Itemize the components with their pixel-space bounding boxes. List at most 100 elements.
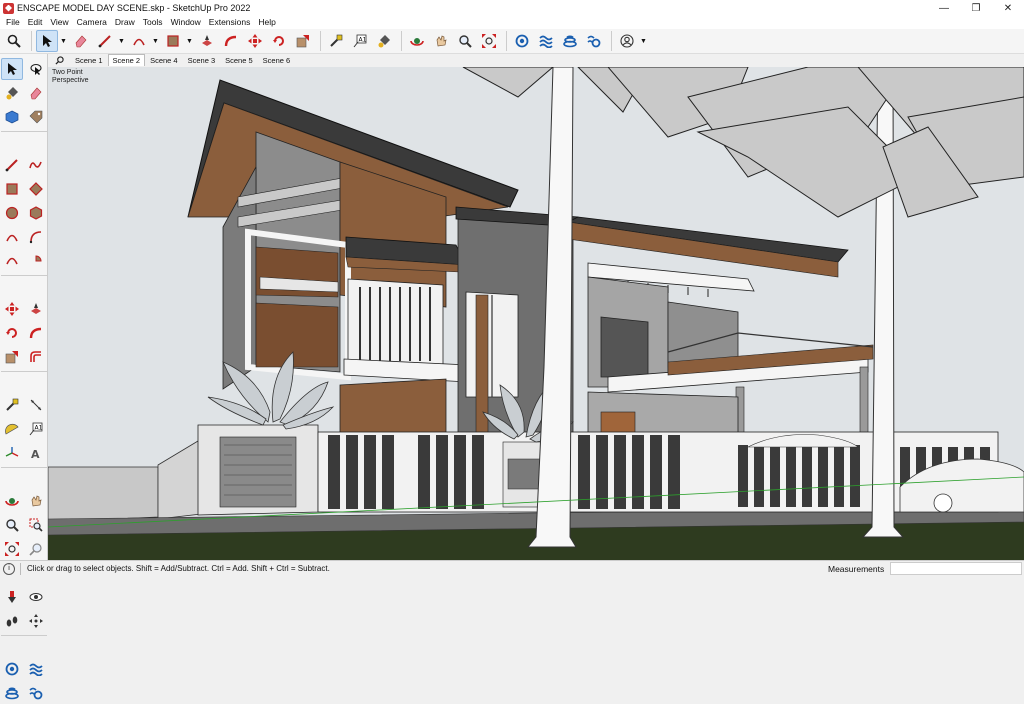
scene-tab-5[interactable]: Scene 5 [220, 54, 258, 66]
text-tool-icon[interactable]: A1 [25, 418, 47, 440]
previous-view-icon[interactable] [25, 538, 47, 560]
scene-tab-4[interactable]: Scene 4 [145, 54, 183, 66]
rotate-icon[interactable] [268, 30, 290, 52]
model-viewport[interactable]: Two Point Perspective [48, 67, 1024, 560]
enscape-settings-icon[interactable] [25, 682, 47, 704]
palette-divider [1, 467, 47, 469]
orbit-icon[interactable] [406, 30, 428, 52]
rectangle-dropdown-icon[interactable]: ▼ [186, 30, 193, 52]
select-icon[interactable] [36, 30, 58, 52]
menu-draw[interactable]: Draw [111, 16, 139, 29]
scale-tool-icon[interactable] [1, 346, 23, 368]
menu-extensions[interactable]: Extensions [205, 16, 255, 29]
move-tool-icon[interactable] [1, 298, 23, 320]
scene-tab-2[interactable]: Scene 2 [107, 54, 146, 66]
zoom-window-icon[interactable] [25, 514, 47, 536]
measurements-field[interactable] [890, 562, 1022, 575]
follow-me-tool-icon[interactable] [25, 322, 47, 344]
scene-search-icon[interactable] [48, 54, 70, 66]
styles-icon[interactable] [559, 30, 581, 52]
tape-measure-icon[interactable] [325, 30, 347, 52]
minimize-button[interactable]: — [928, 0, 960, 16]
freehand-icon[interactable] [25, 154, 47, 176]
walk-icon[interactable] [1, 610, 23, 632]
rotated-rectangle-icon[interactable] [25, 178, 47, 200]
menu-edit[interactable]: Edit [24, 16, 47, 29]
menu-file[interactable]: File [2, 16, 24, 29]
zoom-extents-icon[interactable] [478, 30, 500, 52]
svg-text:A1: A1 [35, 425, 43, 432]
line-dropdown-icon[interactable]: ▼ [118, 30, 125, 52]
sync-icon[interactable] [25, 658, 47, 680]
section-plane-icon[interactable] [25, 610, 47, 632]
menu-view[interactable]: View [46, 16, 72, 29]
select-dropdown-icon[interactable]: ▼ [60, 30, 67, 52]
measurements-label: Measurements [828, 564, 885, 574]
info-icon[interactable]: i [3, 562, 15, 575]
arc-tool-icon[interactable] [1, 226, 23, 248]
zoom-icon[interactable] [3, 30, 25, 52]
account-icon[interactable] [616, 30, 638, 52]
enscape-icon[interactable] [511, 30, 533, 52]
text-icon[interactable]: A1 [349, 30, 371, 52]
scene-tab-1[interactable]: Scene 1 [70, 54, 108, 66]
three-point-arc-icon[interactable] [1, 250, 23, 272]
scene-tab-3[interactable]: Scene 3 [183, 54, 221, 66]
tape-measure-tool-icon[interactable] [1, 394, 23, 416]
close-button[interactable]: ✕ [992, 0, 1024, 16]
arc-icon[interactable] [128, 30, 150, 52]
wood-cladding-lower [339, 378, 447, 436]
position-camera-icon[interactable] [1, 586, 23, 608]
move-icon[interactable] [244, 30, 266, 52]
balcony-window [347, 278, 444, 368]
enscape-tool-icon[interactable] [1, 658, 23, 680]
eraser-icon[interactable] [70, 30, 92, 52]
zoom-extents-tool-icon[interactable] [1, 538, 23, 560]
enscape-views-icon[interactable] [1, 682, 23, 704]
rotate-tool-icon[interactable] [1, 322, 23, 344]
line-icon[interactable] [94, 30, 116, 52]
lasso-select-icon[interactable] [25, 58, 47, 80]
pan-icon[interactable] [430, 30, 452, 52]
orbit-tool-icon[interactable] [1, 490, 23, 512]
arc-dropdown-icon[interactable]: ▼ [152, 30, 159, 52]
zoom-tool-icon[interactable] [454, 30, 476, 52]
eraser-tool-icon[interactable] [25, 82, 47, 104]
push-pull-icon[interactable] [196, 30, 218, 52]
pie-icon[interactable] [25, 250, 47, 272]
protractor-icon[interactable] [1, 418, 23, 440]
scale-icon[interactable] [292, 30, 314, 52]
tag-icon[interactable] [25, 106, 47, 128]
rectangle-icon[interactable] [162, 30, 184, 52]
paint-bucket-icon[interactable] [373, 30, 395, 52]
account-dropdown-icon[interactable]: ▼ [640, 30, 647, 52]
menu-tools[interactable]: Tools [139, 16, 167, 29]
two-point-arc-icon[interactable] [25, 226, 47, 248]
axes-icon[interactable] [1, 442, 23, 464]
component-icon[interactable] [1, 106, 23, 128]
layers-icon[interactable] [535, 30, 557, 52]
rectangle-tool-icon[interactable] [1, 178, 23, 200]
window-controls: — ❐ ✕ [928, 0, 1024, 16]
model-scene[interactable] [48, 67, 1024, 560]
scene-tab-6[interactable]: Scene 6 [258, 54, 296, 66]
offset-icon[interactable] [25, 346, 47, 368]
circle-icon[interactable] [1, 202, 23, 224]
menu-window[interactable]: Window [167, 16, 205, 29]
paint-bucket-tool-icon[interactable] [1, 82, 23, 104]
look-around-icon[interactable] [25, 586, 47, 608]
polygon-icon[interactable] [25, 202, 47, 224]
menu-camera[interactable]: Camera [73, 16, 111, 29]
3d-text-icon[interactable]: A [25, 442, 47, 464]
settings-icon[interactable] [583, 30, 605, 52]
line-tool-icon[interactable] [1, 154, 23, 176]
menu-help[interactable]: Help [254, 16, 279, 29]
status-divider [20, 562, 21, 575]
follow-me-icon[interactable] [220, 30, 242, 52]
pan-tool-icon[interactable] [25, 490, 47, 512]
maximize-button[interactable]: ❐ [960, 0, 992, 16]
select-tool-icon[interactable] [1, 58, 23, 80]
push-pull-tool-icon[interactable] [25, 298, 47, 320]
dimension-icon[interactable] [25, 394, 47, 416]
zoom-tool-icon-left[interactable] [1, 514, 23, 536]
